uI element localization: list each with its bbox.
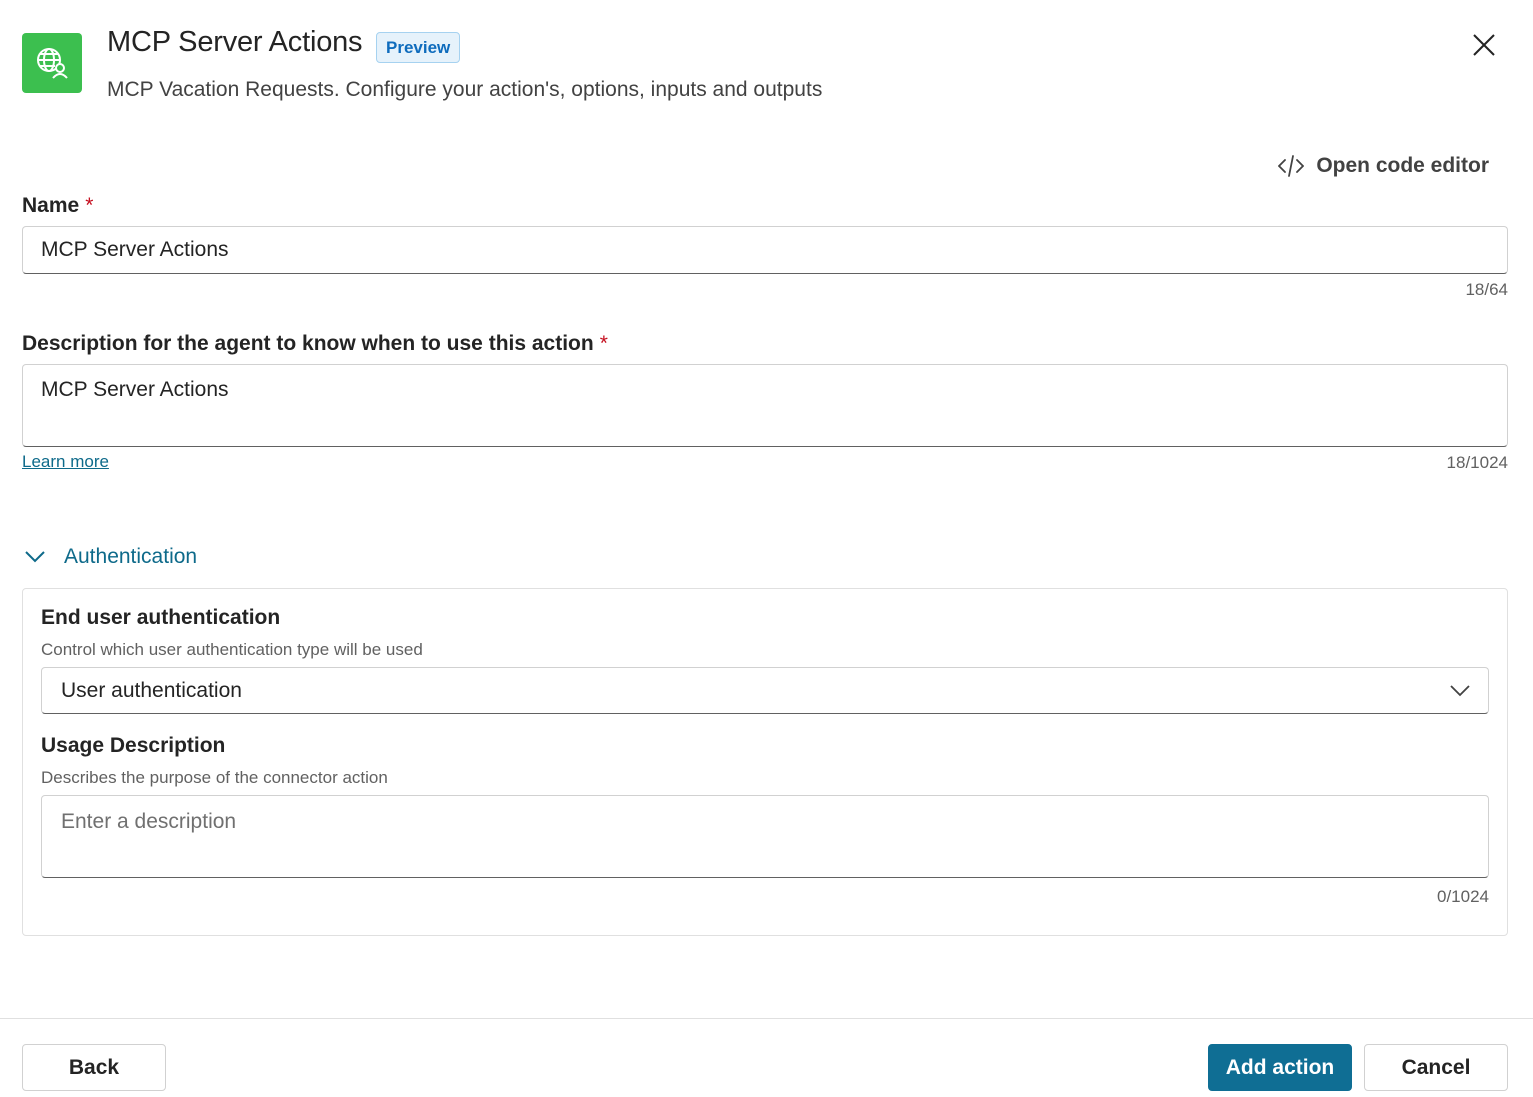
name-label: Name * xyxy=(22,194,93,218)
description-label: Description for the agent to know when t… xyxy=(22,332,608,356)
auth-type-selected: User authentication xyxy=(61,678,242,702)
description-textarea-value: MCP Server Actions xyxy=(41,378,229,401)
dialog-subtitle: MCP Vacation Requests. Configure your ac… xyxy=(107,78,823,101)
back-button[interactable]: Back xyxy=(22,1044,166,1091)
usage-description-hint: Describes the purpose of the connector a… xyxy=(41,768,388,787)
dialog-title: MCP Server Actions xyxy=(107,26,363,58)
usage-description-char-counter: 0/1024 xyxy=(1437,887,1489,906)
auth-type-dropdown[interactable]: User authentication xyxy=(41,667,1489,714)
close-icon xyxy=(1473,34,1495,56)
add-action-button[interactable]: Add action xyxy=(1208,1044,1352,1091)
cancel-button[interactable]: Cancel xyxy=(1364,1044,1508,1091)
required-mark: * xyxy=(599,332,608,355)
description-textarea[interactable]: MCP Server Actions xyxy=(22,364,1508,447)
code-icon xyxy=(1278,155,1305,177)
globe-person-icon xyxy=(22,33,82,93)
name-char-counter: 18/64 xyxy=(1465,280,1508,299)
chevron-down-icon xyxy=(25,551,45,563)
usage-description-label: Usage Description xyxy=(41,734,226,757)
learn-more-link[interactable]: Learn more xyxy=(22,452,109,472)
open-code-editor-button[interactable]: Open code editor xyxy=(1278,151,1489,181)
description-label-text: Description for the agent to know when t… xyxy=(22,332,594,355)
close-button[interactable] xyxy=(1466,27,1502,63)
end-user-auth-hint: Control which user authentication type w… xyxy=(41,640,423,659)
usage-description-textarea[interactable]: Enter a description xyxy=(41,795,1489,878)
open-code-editor-label: Open code editor xyxy=(1316,154,1489,177)
footer-divider xyxy=(0,1018,1533,1019)
end-user-auth-label: End user authentication xyxy=(41,606,281,629)
name-input-value: MCP Server Actions xyxy=(41,238,229,261)
name-label-text: Name xyxy=(22,194,80,217)
preview-badge: Preview xyxy=(376,32,461,63)
authentication-panel: End user authentication Control which us… xyxy=(22,588,1508,936)
required-mark: * xyxy=(85,194,94,217)
name-input[interactable]: MCP Server Actions xyxy=(22,226,1508,274)
action-config-dialog: MCP Server Actions Preview MCP Vacation … xyxy=(0,0,1533,1097)
description-char-counter: 18/1024 xyxy=(1446,453,1508,472)
chevron-down-icon xyxy=(1450,684,1470,696)
authentication-section-label: Authentication xyxy=(64,545,198,568)
authentication-section-toggle[interactable]: Authentication xyxy=(24,541,197,573)
usage-description-placeholder: Enter a description xyxy=(61,810,237,833)
